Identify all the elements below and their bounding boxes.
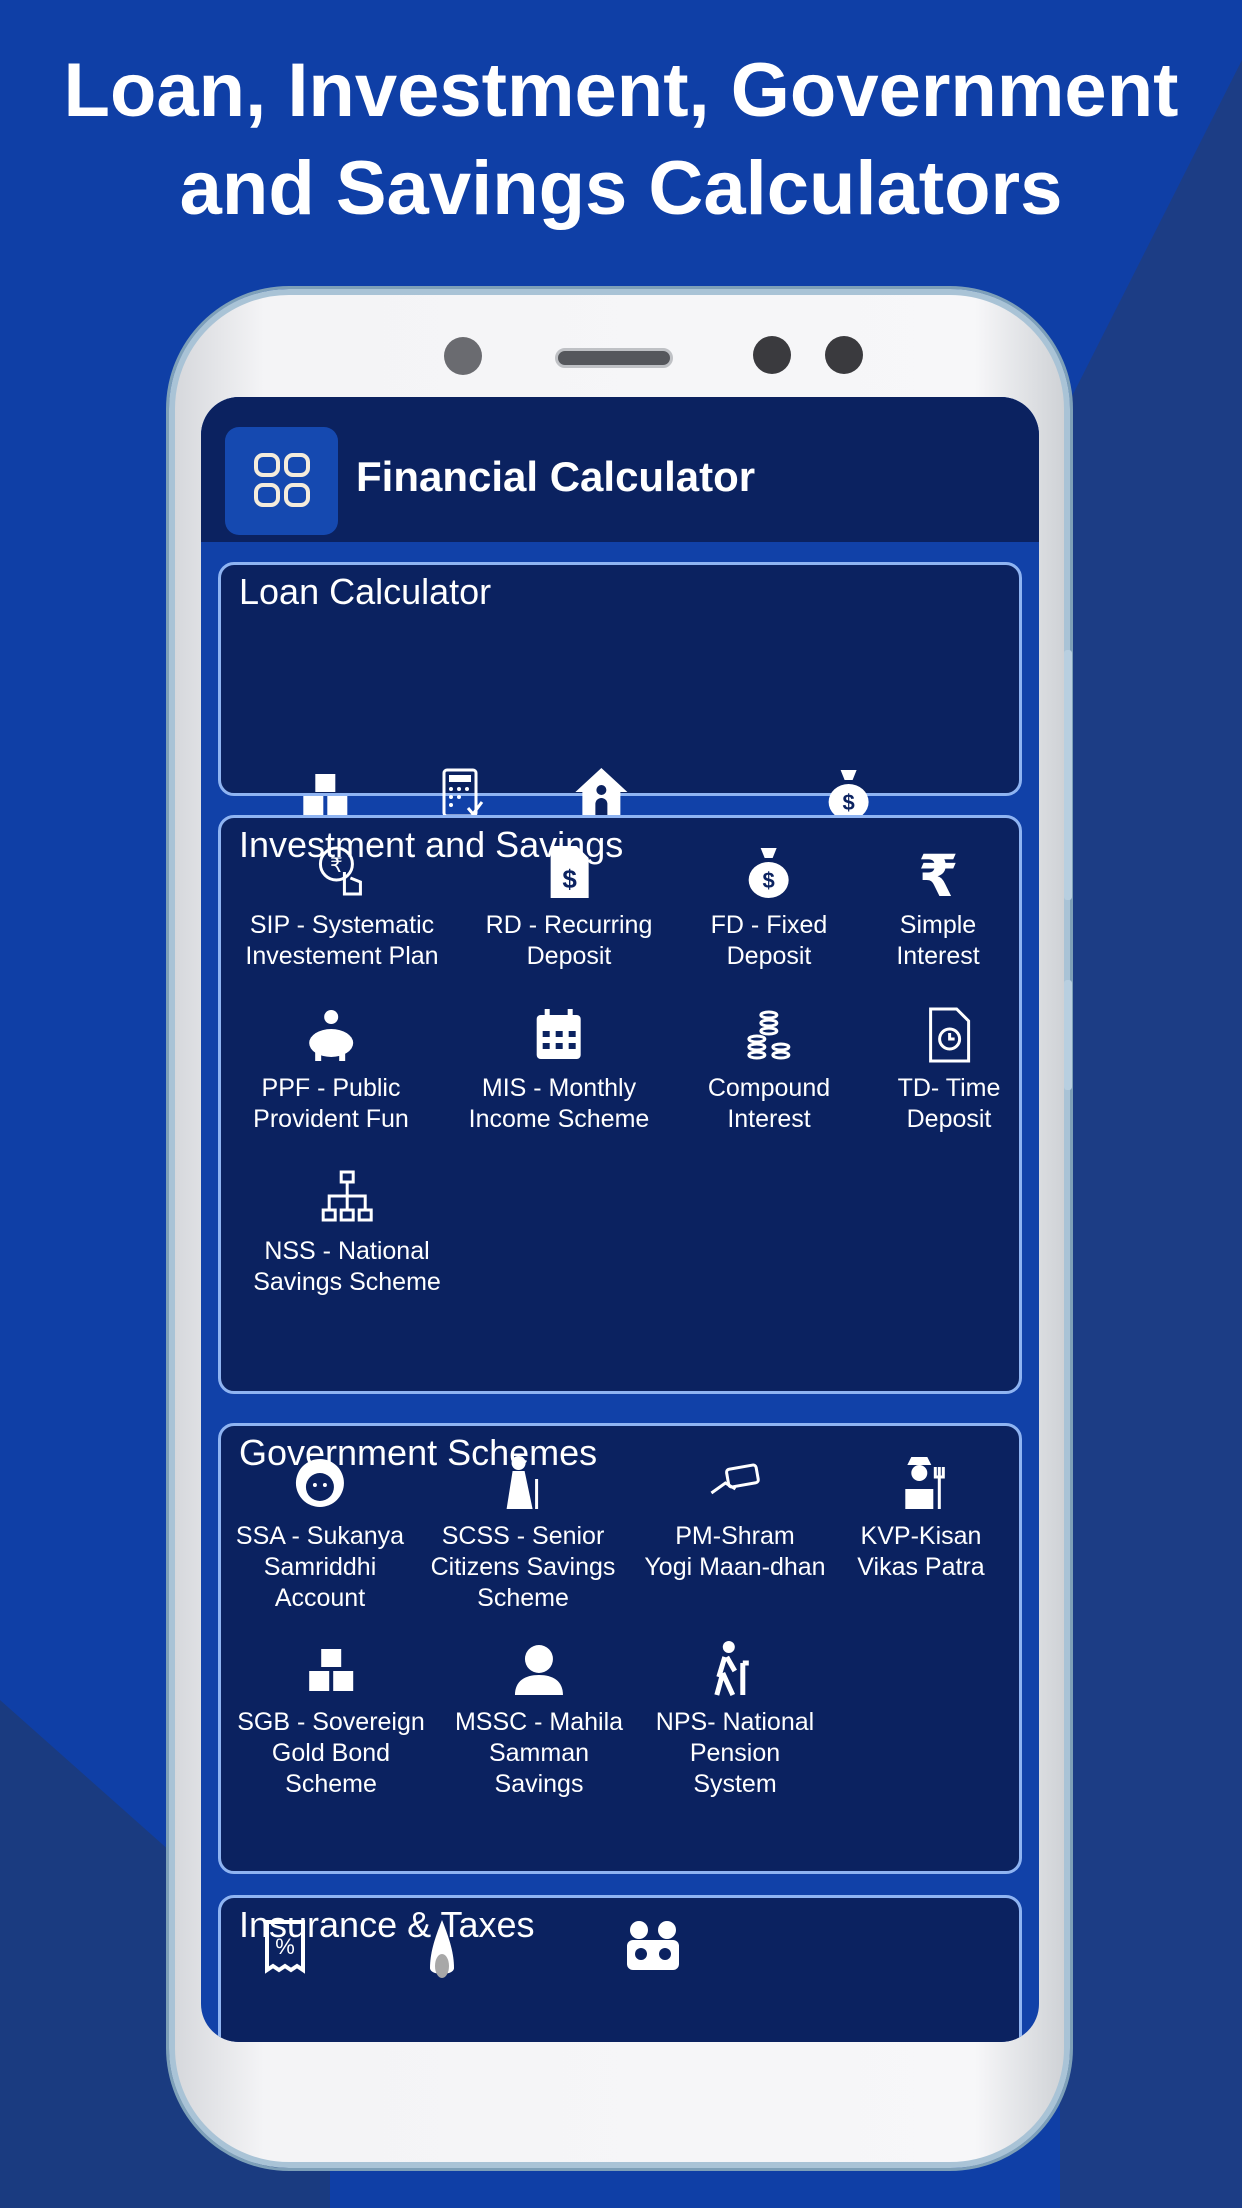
app-title: Financial Calculator (356, 453, 756, 500)
calculator-item-label: Investement Plan (245, 942, 439, 970)
calculator-item[interactable]: TD- Time Deposit (897, 1005, 1001, 1135)
calculator-item-label: Interest (896, 942, 980, 970)
calculator-item-label: Interest (727, 1105, 811, 1133)
calculator-item[interactable]: $ RD - Recurring Deposit (485, 842, 653, 972)
calculator-item-label: KVP-Kisan (860, 1522, 982, 1550)
phone-power-button (1064, 980, 1072, 1090)
headline-line-2: and Savings Calculators (179, 146, 1063, 231)
money-bag-icon: $ (749, 848, 789, 898)
calculator-item[interactable]: % (255, 1918, 315, 1986)
calculator-item[interactable]: MSSC - Mahila Samman Savings (455, 1639, 623, 1800)
calculator-item-label: PPF - Public (261, 1074, 401, 1102)
grid-icon[interactable] (225, 427, 338, 535)
calculator-item-label: SSA - Sukanya (235, 1522, 405, 1550)
calculator-item-label: TD- Time (897, 1074, 1001, 1102)
calculator-item-label: SCSS - Senior (441, 1522, 605, 1550)
headline: Loan, Investment, Government and Savings… (0, 42, 1242, 238)
calculator-item-label: SIP - Systematic (249, 911, 435, 939)
calculator-item-label: MSSC - Mahila (454, 1708, 624, 1736)
calculator-item-label: Samman (488, 1739, 590, 1767)
coin-stacks-icon (747, 1010, 791, 1060)
svg-text:%: % (275, 1934, 295, 1959)
calculator-item-label: Account (274, 1584, 366, 1612)
calculator-item[interactable] (412, 1918, 472, 1986)
calendar-icon (536, 1009, 581, 1059)
elderly-walking-icon (714, 1641, 749, 1697)
calculator-item-label: FD - Fixed (710, 911, 828, 939)
calculator-item[interactable]: ₹ Simple Interest (896, 842, 979, 972)
calculator-item-label: Compound (707, 1074, 831, 1102)
front-camera (753, 336, 791, 374)
dollar-document-icon: $ (550, 846, 589, 898)
calculator-item-label: Income Scheme (468, 1105, 650, 1133)
hand-money-icon (710, 1463, 760, 1495)
calculator-item[interactable]: $ FD - Fixed Deposit (710, 842, 828, 972)
calculator-item[interactable]: KVP-Kisan Vikas Patra (857, 1453, 985, 1583)
elderly-woman-icon (507, 1456, 539, 1509)
calculator-item-label: Scheme (285, 1770, 377, 1798)
svg-text:₹: ₹ (330, 853, 343, 877)
calculator-item[interactable]: NPS- National Pension System (656, 1639, 814, 1800)
family-icon (627, 1921, 679, 1970)
section-card-insurance-taxes: Insurance & Taxes% (218, 1895, 1022, 2042)
calculator-item[interactable]: SSA - Sukanya Samriddhi Account (236, 1453, 404, 1614)
svg-text:₹: ₹ (918, 842, 958, 902)
calculator-item-label: Pension (689, 1739, 781, 1767)
calculator-item-label: NPS- National (655, 1708, 815, 1736)
calculator-item[interactable]: PM-Shram Yogi Maan-dhan (644, 1453, 826, 1583)
calculator-item-label: Simple (899, 911, 977, 939)
calculator-item-label: Gold Bond (271, 1739, 391, 1767)
calculator-item-label: PM-Shram (675, 1522, 795, 1550)
clock-document-icon (929, 1007, 971, 1063)
woman-icon (515, 1645, 563, 1695)
calculator-item[interactable]: Compound Interest (708, 1005, 830, 1135)
calculator-item[interactable]: SGB - Sovereign Gold Bond Scheme (237, 1639, 425, 1800)
rupee-icon: ₹ (918, 842, 958, 902)
front-camera-2 (825, 336, 863, 374)
calculator-item-label: MIS - Monthly (481, 1074, 637, 1102)
proximity-sensor (444, 337, 482, 375)
hierarchy-icon (321, 1170, 373, 1222)
piggy-bank-icon (308, 1010, 353, 1061)
calculator-item[interactable]: ₹ SIP - Systematic Investement Plan (245, 842, 439, 972)
gold-bars-icon (309, 1649, 353, 1691)
calculator-item-label: NSS - National (264, 1237, 430, 1265)
calculator-item-label: Deposit (726, 942, 812, 970)
section-title: Loan Calculator (239, 571, 492, 612)
section-card-government-schemes: Government Schemes SSA - Sukanya Samriddhi… (218, 1423, 1022, 1874)
calculator-item-label: RD - Recurring (485, 911, 653, 939)
girl-icon (296, 1459, 344, 1507)
svg-text:$: $ (843, 790, 855, 815)
calculator-item-label: Savings (494, 1770, 584, 1798)
section-card-investment-and-savings: Investment and Savings ₹ SIP - Systematic I… (218, 815, 1022, 1394)
calculator-item-label: Deposit (906, 1105, 992, 1133)
svg-text:$: $ (563, 864, 578, 894)
calculator-item-label: Savings Scheme (253, 1268, 441, 1296)
rupee-touch-icon: ₹ (318, 846, 362, 896)
farmer-icon (904, 1457, 945, 1509)
app-bar: Financial Calculator (201, 397, 1039, 542)
calculator-item-label: Samriddhi (263, 1553, 377, 1581)
section-card-loan-calculator: Loan CalculatorGold LoanEMIHome Loan$FD … (218, 562, 1022, 861)
svg-text:$: $ (763, 868, 775, 893)
tax-receipt-icon: % (265, 1920, 305, 1974)
calculator-item[interactable]: NSS - National Savings Scheme (253, 1168, 441, 1298)
calculator-item[interactable]: MIS - Monthly Income Scheme (468, 1005, 650, 1135)
phone-speaker (555, 348, 673, 368)
calculator-item-label: System (693, 1770, 777, 1798)
calculator-item-label: Citizens Savings (430, 1553, 616, 1581)
calculator-item-label: Vikas Patra (857, 1553, 985, 1581)
headline-line-1: Loan, Investment, Government (63, 48, 1179, 133)
calculator-item[interactable]: SCSS - Senior Citizens Savings Scheme (430, 1453, 616, 1614)
calculator-item-label: SGB - Sovereign (237, 1708, 425, 1736)
calculator-item-label: Scheme (477, 1584, 569, 1612)
calculator-item[interactable] (623, 1918, 683, 1986)
calculator-item[interactable]: PPF - Public Provident Fun (253, 1005, 409, 1135)
app-screen: Financial Calculator Loan CalculatorGold… (201, 397, 1039, 2042)
phone-volume-button (1064, 650, 1072, 900)
calculator-item-label: Deposit (526, 942, 612, 970)
calculator-item-label: Yogi Maan-dhan (644, 1553, 826, 1581)
calculator-item-label: Provident Fun (253, 1105, 409, 1133)
flame-icon (430, 1920, 454, 1978)
